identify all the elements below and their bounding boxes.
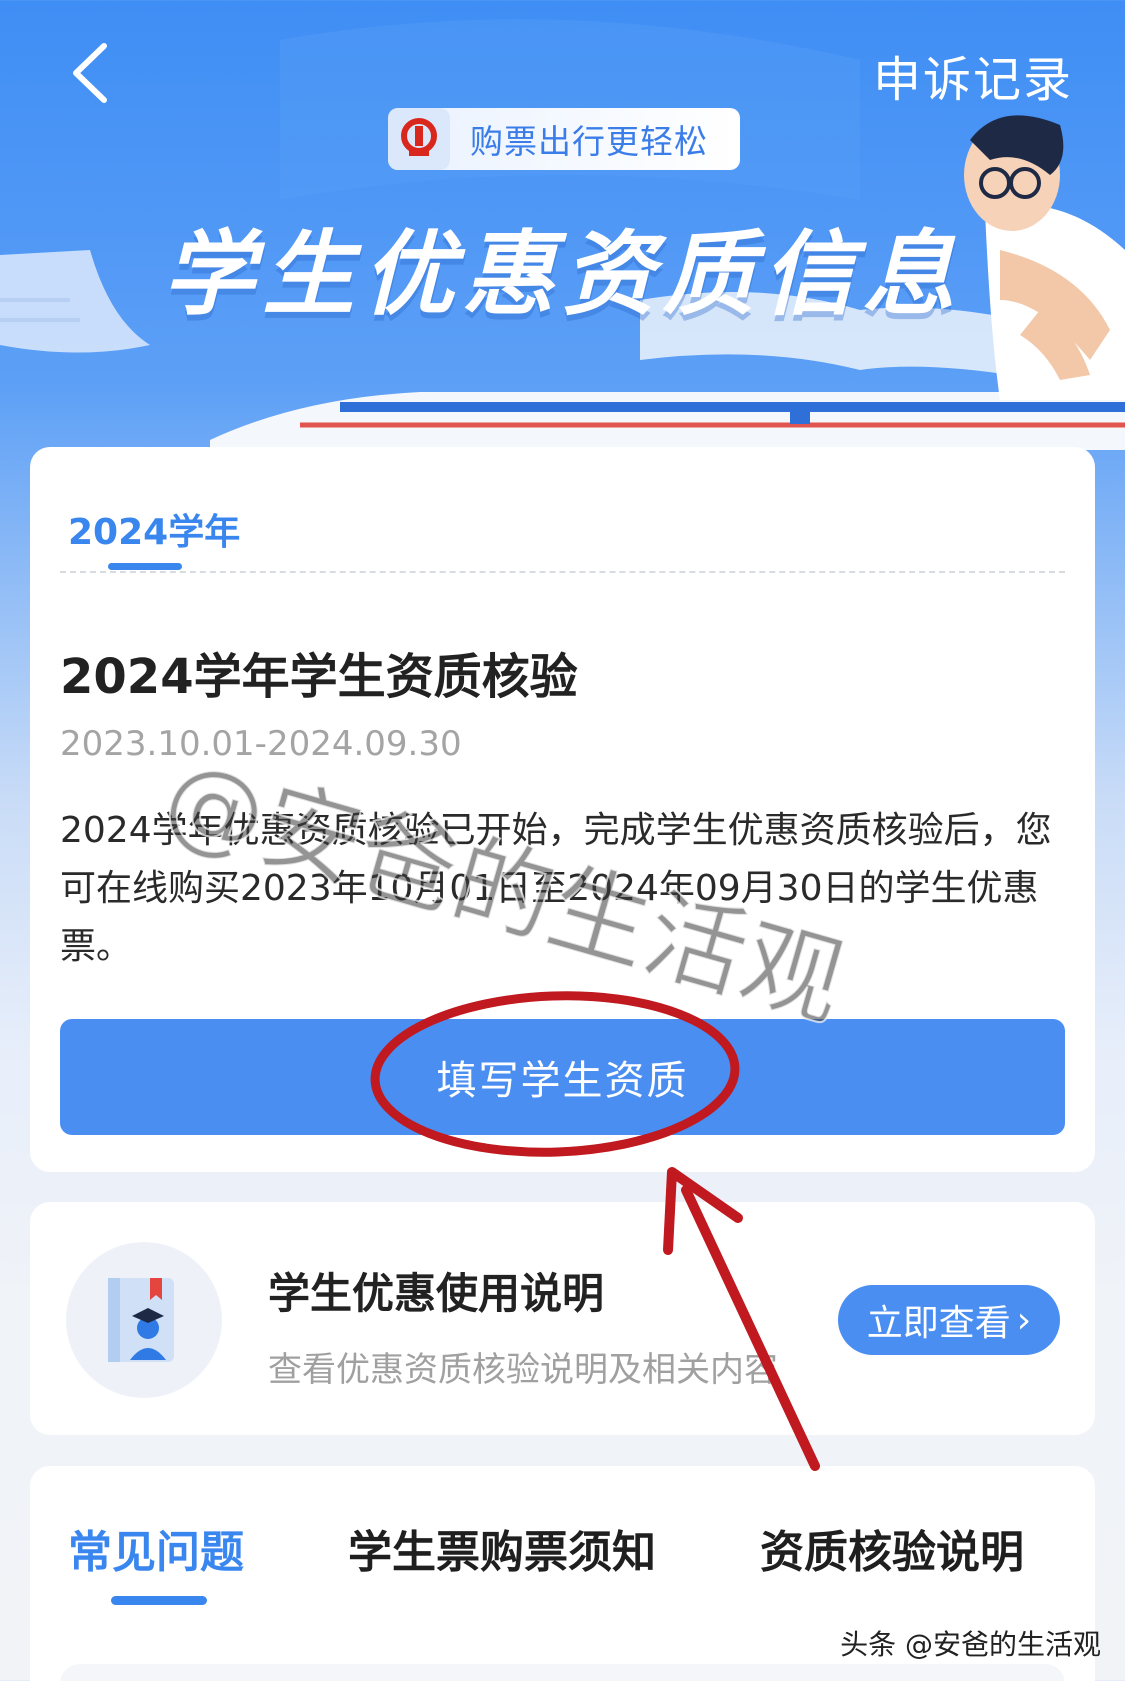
chevron-left-icon (73, 43, 107, 103)
tab-ticket-purchase-notice[interactable]: 学生票购票须知 (348, 1516, 656, 1580)
faq-content-panel (60, 1664, 1065, 1681)
view-now-label: 立即查看 (866, 1303, 1011, 1344)
chevron-right-icon: › (1016, 1299, 1032, 1341)
source-credit: 头条 @安爸的生活观 (840, 1628, 1101, 1661)
usage-instructions-card[interactable]: 学生优惠使用说明 查看优惠资质核验说明及相关内容 立即查看 › (30, 1202, 1095, 1435)
brand-slogan-pill: 购票出行更轻松 (388, 108, 740, 170)
active-tab-indicator (108, 563, 182, 570)
divider (60, 571, 1065, 573)
appeal-records-link[interactable]: 申诉记录 (873, 40, 1073, 110)
page-title: 学生优惠资质信息 (162, 221, 963, 328)
train-icon (210, 392, 1125, 450)
verification-description: 2024学年优惠资质核验已开始，完成学生优惠资质核验后，您可在线购买2023年1… (60, 810, 1052, 967)
view-now-button[interactable]: 立即查看 › (838, 1285, 1060, 1355)
tab-faq[interactable]: 常见问题 (68, 1516, 244, 1580)
usage-instructions-title: 学生优惠使用说明 (268, 1269, 605, 1318)
tab-qualification-verification[interactable]: 资质核验说明 (760, 1516, 1024, 1580)
student-book-icon (66, 1242, 222, 1398)
brand-slogan-text: 购票出行更轻松 (470, 122, 708, 161)
qualification-card: 2024学年 2024学年学生资质核验 2023.10.01-2024.09.3… (30, 447, 1095, 1172)
usage-instructions-subtitle: 查看优惠资质核验说明及相关内容 (268, 1350, 778, 1390)
verification-title: 2024学年学生资质核验 (60, 649, 578, 705)
verification-date-range: 2023.10.01-2024.09.30 (60, 724, 462, 764)
back-button[interactable] (62, 38, 122, 108)
hero-banner: 申诉记录 购票出行更轻松 学生优惠资质信息 (0, 0, 1125, 470)
china-railway-logo-icon (388, 108, 450, 170)
tab-academic-year[interactable]: 2024学年 (68, 503, 240, 555)
active-tab-indicator (111, 1596, 207, 1605)
fill-student-qualification-button[interactable]: 填写学生资质 (60, 1019, 1065, 1135)
